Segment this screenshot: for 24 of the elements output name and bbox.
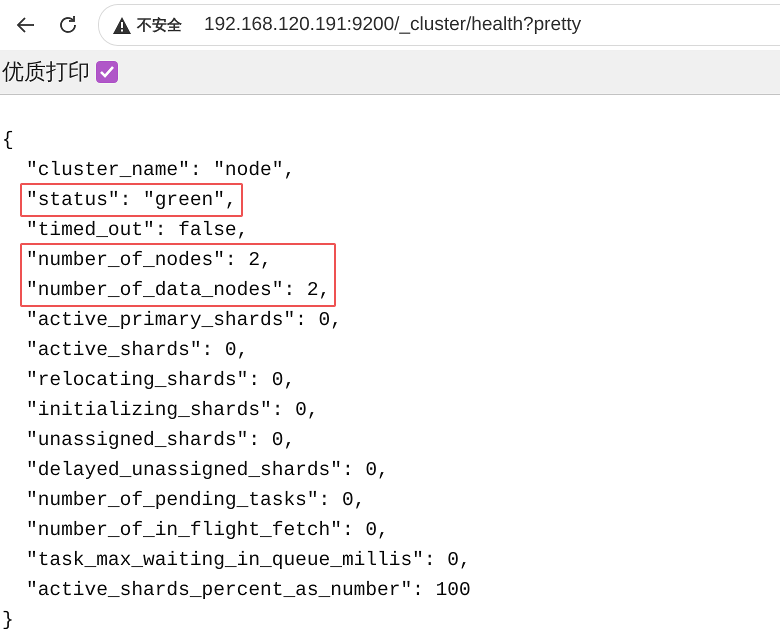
- checkmark-icon: [99, 65, 115, 79]
- json-line: "number_of_nodes": 2,: [26, 248, 272, 273]
- json-line: "active_shards": 0,: [26, 338, 248, 363]
- json-line: "number_of_pending_tasks": 0,: [26, 488, 366, 513]
- print-label: 优质打印: [2, 59, 90, 87]
- json-line: {: [2, 128, 14, 153]
- json-line: }: [2, 608, 14, 633]
- json-line: "active_shards_percent_as_number": 100: [26, 578, 471, 603]
- json-line: "initializing_shards": 0,: [26, 398, 319, 423]
- url-text: 192.168.120.191:9200/_cluster/health?pretty: [204, 14, 582, 36]
- json-line: "cluster_name": "node",: [26, 158, 296, 183]
- json-line: "task_max_waiting_in_queue_millis": 0,: [26, 548, 471, 573]
- address-bar[interactable]: 不安全 192.168.120.191:9200/_cluster/health?pretty: [98, 4, 780, 46]
- json-line: "unassigned_shards": 0,: [26, 428, 296, 453]
- json-line: "status": "green",: [26, 188, 237, 213]
- warning-icon: [113, 16, 131, 34]
- json-line: "number_of_data_nodes": 2,: [26, 278, 330, 303]
- json-line: "active_primary_shards": 0,: [26, 308, 342, 333]
- json-line: "number_of_in_flight_fetch": 0,: [26, 518, 389, 543]
- json-line: "delayed_unassigned_shards": 0,: [26, 458, 389, 483]
- json-line: "timed_out": false,: [26, 218, 248, 243]
- print-checkbox[interactable]: [96, 61, 118, 83]
- json-line: "relocating_shards": 0,: [26, 368, 296, 393]
- security-label[interactable]: 不安全: [137, 16, 182, 34]
